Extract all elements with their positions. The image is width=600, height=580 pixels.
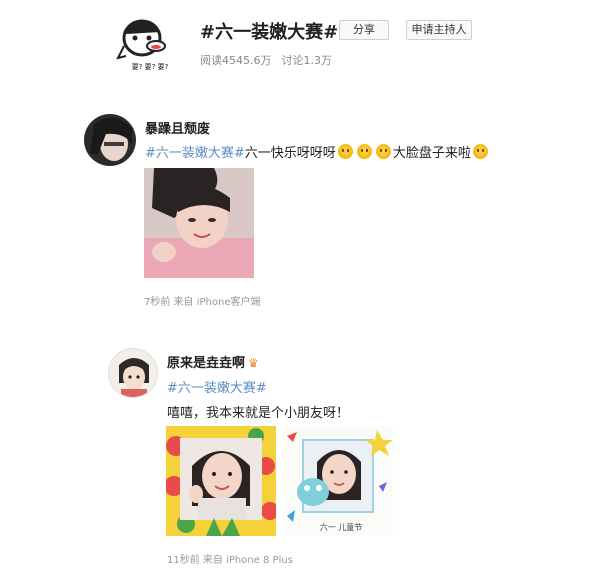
hashtag-link[interactable]: #六一装嫩大赛# [167,381,267,396]
post-hashtag-line: #六一装嫩大赛# [167,377,267,396]
apply-host-button[interactable]: 申请主持人 [406,20,472,40]
post-meta[interactable]: 11秒前 来自 iPhone 8 Plus [167,551,293,566]
photo-caption: 六一 儿童节 [320,522,363,532]
post-meta[interactable]: 7秒前 来自 iPhone客户端 [144,293,260,308]
cute-emoji-icon [472,144,488,159]
topic-stats: 阅读4545.6万 讨论1.3万 [200,52,332,68]
post-text: #六一装嫩大赛#六一快乐呀呀呀 大脸盘子来啦 [145,142,490,161]
post-text: 嘻嘻，我本来就是个小朋友呀！ [167,406,350,421]
post-image[interactable]: 六一 儿童节 [283,426,393,536]
post-image[interactable] [166,426,276,536]
post-text-suffix: 大脸盘子来啦 [392,146,471,161]
topic-avatar: 要? 要? 要? [116,12,184,72]
topic-title[interactable]: #六一装嫩大赛# [200,18,338,44]
post-text-prefix: 六一快乐呀呀呀 [244,146,336,161]
crown-icon: ♛ [248,356,259,370]
post-username[interactable]: 暴躁且颓废 [145,118,210,137]
surprised-emoji-icon [375,144,391,159]
topic-avatar-caption: 要? 要? 要? [132,63,169,71]
post-username[interactable]: 原来是垚垚啊 ♛ [167,352,259,371]
post-image[interactable] [144,168,254,278]
avatar[interactable] [84,114,136,166]
avatar[interactable] [108,348,158,398]
surprised-emoji-icon [337,144,353,159]
share-button[interactable]: 分享 [339,20,389,40]
surprised-emoji-icon [356,144,372,159]
hashtag-link[interactable]: #六一装嫩大赛# [145,146,245,161]
discussion-count: 讨论1.3万 [281,54,333,67]
post-username-text[interactable]: 原来是垚垚啊 [167,356,245,371]
read-count: 阅读4545.6万 [200,54,272,67]
